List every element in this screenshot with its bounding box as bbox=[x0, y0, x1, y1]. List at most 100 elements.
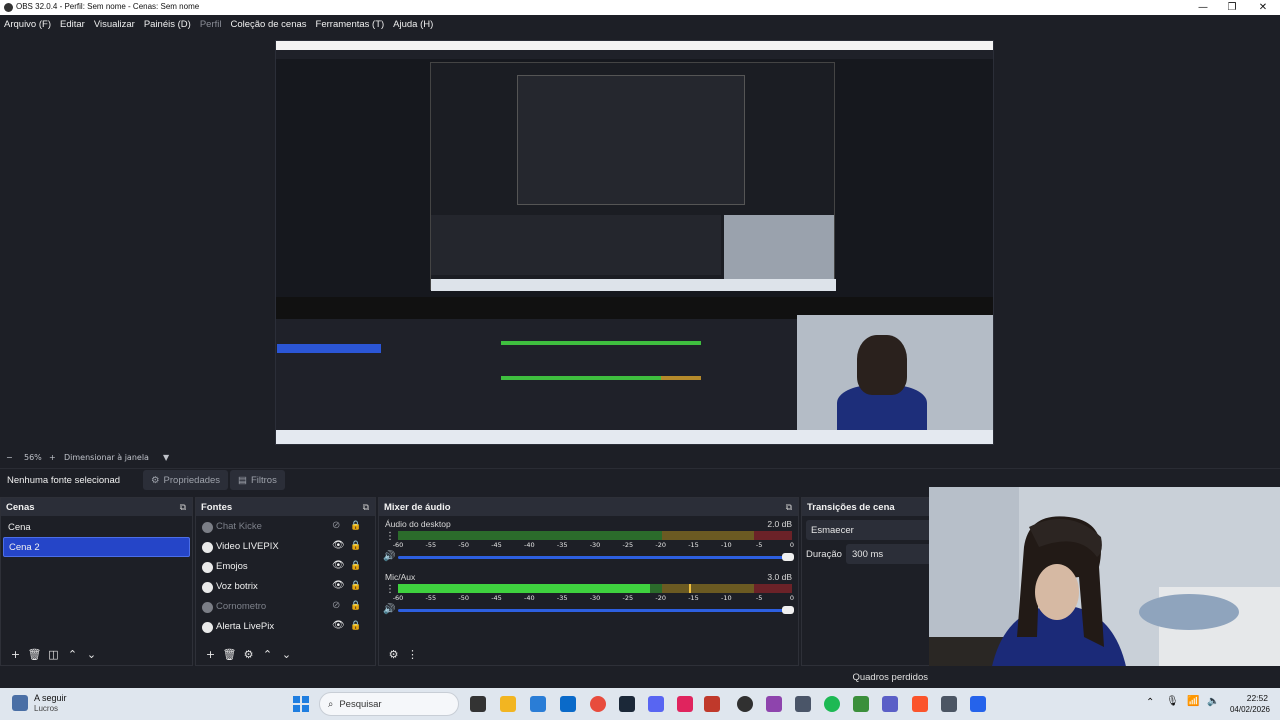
clock-date[interactable]: 04/02/2026 bbox=[1220, 705, 1270, 714]
meter-tick-label: 0 bbox=[789, 594, 795, 602]
microphone-icon[interactable]: 🎙 bbox=[1166, 696, 1179, 707]
store-icon[interactable] bbox=[530, 696, 546, 712]
minecraft-icon[interactable] bbox=[853, 696, 869, 712]
chevron-down-icon[interactable]: ▼ bbox=[163, 453, 169, 462]
app-icon[interactable] bbox=[941, 696, 957, 712]
source-item[interactable]: Alerta LivePix 👁 🔒 bbox=[202, 617, 372, 637]
app-icon[interactable] bbox=[795, 696, 811, 712]
app-icon[interactable] bbox=[677, 696, 693, 712]
eye-hidden-icon[interactable]: ⊘ bbox=[332, 600, 340, 611]
discord-icon[interactable] bbox=[648, 696, 664, 712]
source-item[interactable]: Video LIVEPIX 👁 🔒 bbox=[202, 537, 372, 557]
menu-view[interactable]: Visualizar bbox=[94, 19, 135, 30]
eye-icon[interactable]: 👁 bbox=[332, 620, 345, 631]
menu-help[interactable]: Ajuda (H) bbox=[393, 19, 433, 30]
lock-icon[interactable]: 🔒 bbox=[350, 540, 361, 551]
outlook-icon[interactable] bbox=[560, 696, 576, 712]
mixer-menu-icon[interactable]: ⋮ bbox=[403, 648, 422, 661]
lock-icon[interactable]: 🔒 bbox=[350, 520, 361, 531]
add-source-icon[interactable]: + bbox=[201, 648, 220, 661]
undock-icon[interactable]: ⧉ bbox=[363, 502, 369, 513]
preview-canvas[interactable] bbox=[275, 40, 994, 445]
transition-select[interactable]: Esmaecer bbox=[806, 520, 932, 540]
volume-slider[interactable] bbox=[398, 606, 794, 614]
source-item[interactable]: Chat Kicke ⊘ 🔒 bbox=[202, 517, 372, 537]
source-item[interactable]: Cornometro ⊘ 🔒 bbox=[202, 597, 372, 617]
scene-filter-icon[interactable]: ◫ bbox=[44, 648, 63, 661]
menu-edit[interactable]: Editar bbox=[60, 19, 85, 30]
taskbar-search[interactable]: ⌕ Pesquisar bbox=[319, 692, 459, 716]
weather-icon[interactable] bbox=[12, 695, 28, 711]
move-down-icon[interactable]: ⌄ bbox=[277, 648, 296, 661]
eye-icon[interactable]: 👁 bbox=[332, 560, 345, 571]
task-view-icon[interactable] bbox=[470, 696, 486, 712]
meter-tick-label: 0 bbox=[789, 541, 795, 549]
volume-icon[interactable]: 🔈 bbox=[1207, 696, 1219, 707]
maximize-button[interactable]: ❐ bbox=[1215, 0, 1249, 15]
properties-button[interactable]: ⚙ Propriedades bbox=[143, 470, 229, 490]
wifi-icon[interactable]: 📶 bbox=[1187, 696, 1199, 707]
spotify-icon[interactable] bbox=[824, 696, 840, 712]
mixer-settings-icon[interactable]: ⚙ bbox=[384, 648, 403, 661]
scene-item-selected[interactable]: Cena 2 bbox=[3, 537, 190, 557]
meter-tick-label: -30 bbox=[589, 541, 601, 549]
duration-label: Duração bbox=[806, 549, 842, 560]
meter-tick-label: -45 bbox=[491, 594, 502, 602]
lock-icon[interactable]: 🔒 bbox=[350, 620, 361, 631]
windows-start-icon[interactable] bbox=[293, 696, 309, 712]
eye-icon[interactable]: 👁 bbox=[332, 540, 345, 551]
window-title: OBS 32.0.4 - Perfil: Sem nome - Cenas: S… bbox=[16, 2, 200, 11]
source-type-icon bbox=[202, 581, 213, 593]
brave-icon[interactable] bbox=[912, 696, 928, 712]
opera-icon[interactable] bbox=[590, 696, 606, 712]
gear-icon[interactable]: ⚙ bbox=[239, 648, 258, 661]
meter-tick-label: -10 bbox=[721, 541, 732, 549]
speaker-icon[interactable]: 🔊 bbox=[383, 551, 395, 562]
source-name: Cornometro bbox=[216, 601, 267, 612]
move-up-icon[interactable]: ⌃ bbox=[63, 648, 82, 661]
obs-icon[interactable] bbox=[737, 696, 753, 712]
steam-icon[interactable] bbox=[619, 696, 635, 712]
fit-to-window-label[interactable]: Dimensionar à janela bbox=[64, 453, 149, 462]
speaker-icon[interactable]: 🔊 bbox=[383, 604, 395, 615]
app-icon[interactable] bbox=[970, 696, 986, 712]
zoom-out-button[interactable]: − bbox=[6, 453, 13, 462]
source-name: Alerta LivePix bbox=[216, 621, 275, 632]
scene-item[interactable]: Cena bbox=[3, 517, 190, 537]
lock-icon[interactable]: 🔒 bbox=[350, 600, 361, 611]
source-item[interactable]: Voz botrix 👁 🔒 bbox=[202, 577, 372, 597]
filters-button[interactable]: ▤ Filtros bbox=[230, 470, 285, 490]
undock-icon[interactable]: ⧉ bbox=[786, 502, 792, 513]
menu-bar: Arquivo (F) Editar Visualizar Painéis (D… bbox=[0, 15, 1280, 33]
meter-tick-label: -20 bbox=[655, 594, 666, 602]
undock-icon[interactable]: ⧉ bbox=[180, 502, 186, 513]
menu-profile[interactable]: Perfil bbox=[200, 19, 222, 30]
dropped-frames-label: Quadros perdidos bbox=[852, 672, 928, 683]
trash-icon[interactable]: 🗑 bbox=[220, 648, 239, 661]
chevron-up-icon[interactable]: ⌃ bbox=[1146, 697, 1154, 708]
meter-tick-label: -55 bbox=[425, 594, 437, 602]
lock-icon[interactable]: 🔒 bbox=[350, 560, 361, 571]
menu-file[interactable]: Arquivo (F) bbox=[4, 19, 51, 30]
zoom-in-button[interactable]: + bbox=[49, 453, 56, 462]
file-explorer-icon[interactable] bbox=[500, 696, 516, 712]
source-item[interactable]: Emojos 👁 🔒 bbox=[202, 557, 372, 577]
move-up-icon[interactable]: ⌃ bbox=[258, 648, 277, 661]
menu-docks[interactable]: Painéis (D) bbox=[144, 19, 191, 30]
close-button[interactable]: ✕ bbox=[1246, 0, 1280, 15]
channel-name: Áudio do desktop bbox=[385, 519, 451, 529]
menu-tools[interactable]: Ferramentas (T) bbox=[316, 19, 385, 30]
volume-slider[interactable] bbox=[398, 553, 794, 561]
eye-hidden-icon[interactable]: ⊘ bbox=[332, 520, 340, 531]
lock-icon[interactable]: 🔒 bbox=[350, 580, 361, 591]
clock-time[interactable]: 22:52 bbox=[1224, 693, 1268, 703]
duration-input[interactable]: 300 ms bbox=[846, 544, 932, 564]
teams-icon[interactable] bbox=[882, 696, 898, 712]
menu-scene-collection[interactable]: Coleção de cenas bbox=[230, 19, 306, 30]
eye-icon[interactable]: 👁 bbox=[332, 580, 345, 591]
add-scene-icon[interactable]: + bbox=[6, 648, 25, 661]
move-down-icon[interactable]: ⌄ bbox=[82, 648, 101, 661]
app-icon[interactable] bbox=[704, 696, 720, 712]
app-icon[interactable] bbox=[766, 696, 782, 712]
trash-icon[interactable]: 🗑 bbox=[25, 648, 44, 661]
